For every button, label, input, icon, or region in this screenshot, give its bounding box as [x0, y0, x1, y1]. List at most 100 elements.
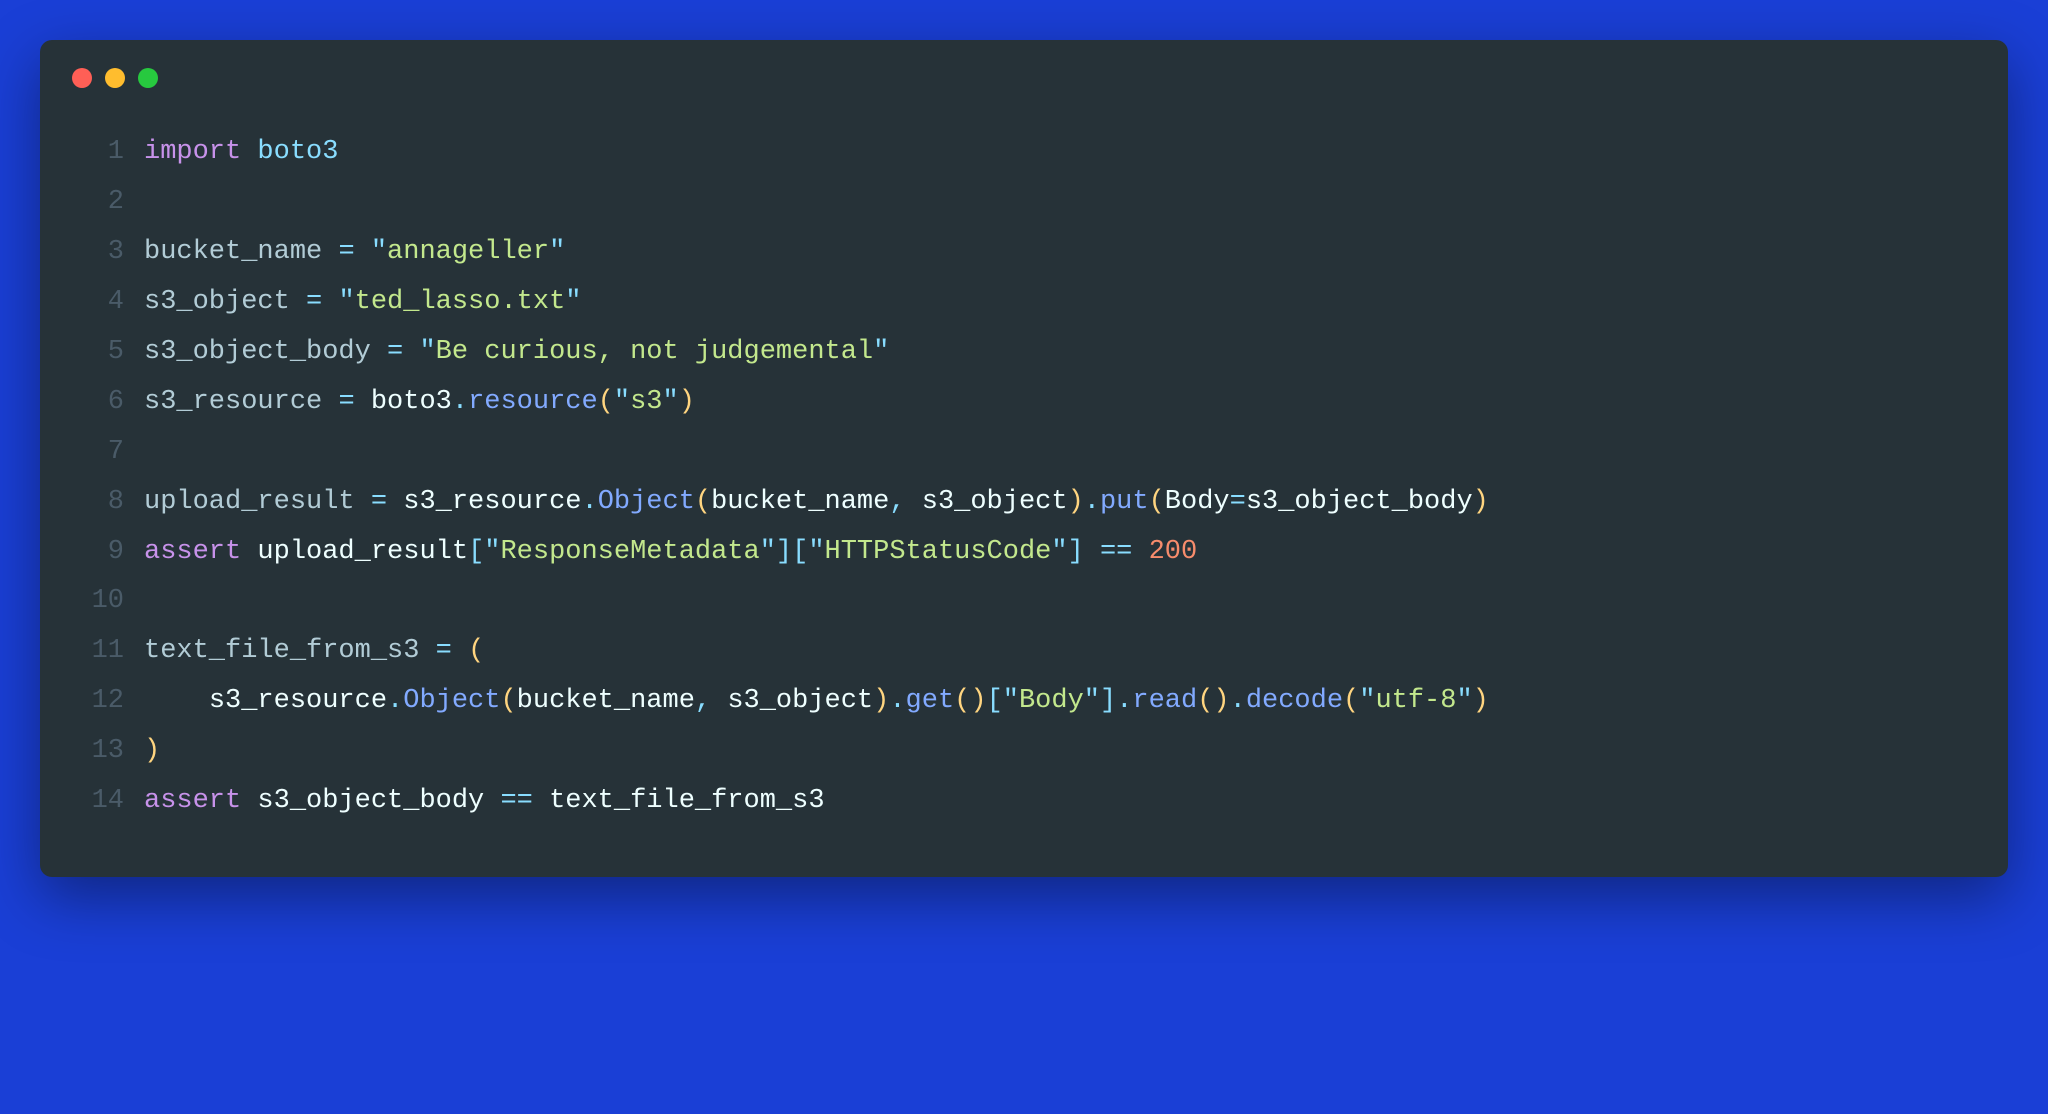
token-punct: . — [387, 686, 403, 716]
token-variable: s3_resource — [403, 487, 581, 517]
token-punct: ] — [1068, 537, 1084, 567]
token-paren: ) — [679, 387, 695, 417]
token-punct: " — [338, 287, 354, 317]
token-function: resource — [468, 387, 598, 417]
token-punct: , — [889, 487, 905, 517]
token-default — [1084, 537, 1100, 567]
code-line: 5s3_object_body = "Be curious, not judge… — [80, 328, 1968, 378]
token-paren: ( — [1149, 487, 1165, 517]
token-number: 200 — [1149, 537, 1198, 567]
line-content — [144, 577, 1968, 627]
token-punct: " — [663, 387, 679, 417]
line-number: 11 — [80, 627, 124, 677]
code-window: 1import boto323bucket_name = "annageller… — [40, 40, 2008, 877]
token-default — [484, 786, 500, 816]
token-punct: . — [1084, 487, 1100, 517]
token-punct: " — [873, 337, 889, 367]
token-punct: . — [581, 487, 597, 517]
token-punct: , — [695, 686, 711, 716]
token-punct: [ — [468, 537, 484, 567]
line-content: s3_object = "ted_lasso.txt" — [144, 278, 1968, 328]
close-icon[interactable] — [72, 68, 92, 88]
code-editor[interactable]: 1import boto323bucket_name = "annageller… — [40, 108, 2008, 827]
line-content — [144, 428, 1968, 478]
token-paren: ) — [873, 686, 889, 716]
code-line: 3 bucket_name = "annageller" — [80, 228, 1968, 278]
token-varlight: text_file_from_s3 — [144, 636, 419, 666]
token-string: Be curious, not judgemental — [436, 337, 873, 367]
code-line: 12 s3_resource.Object(bucket_name, s3_ob… — [80, 677, 1968, 727]
token-module: boto3 — [257, 137, 338, 167]
token-punct: " — [760, 537, 776, 567]
line-content: assert upload_result["ResponseMetadata"]… — [144, 528, 1968, 578]
line-number: 12 — [80, 677, 124, 727]
token-punct: " — [1359, 686, 1375, 716]
token-punct: " — [1456, 686, 1472, 716]
code-line: 11 text_file_from_s3 = ( — [80, 627, 1968, 677]
token-punct: . — [1230, 686, 1246, 716]
token-varlight: s3_object — [144, 287, 290, 317]
token-operator: = — [387, 337, 403, 367]
token-default — [144, 686, 209, 716]
code-line: 4s3_object = "ted_lasso.txt" — [80, 278, 1968, 328]
code-line: 8upload_result = s3_resource.Object(buck… — [80, 478, 1968, 528]
token-default — [906, 487, 922, 517]
token-function: decode — [1246, 686, 1343, 716]
minimize-icon[interactable] — [105, 68, 125, 88]
line-content: s3_resource = boto3.resource("s3") — [144, 378, 1968, 428]
token-default — [452, 636, 468, 666]
token-function: get — [906, 686, 955, 716]
token-default — [241, 786, 257, 816]
token-keyword: assert — [144, 537, 241, 567]
token-punct: " — [1051, 537, 1067, 567]
token-variable: s3_object — [922, 487, 1068, 517]
token-paren: ( — [468, 636, 484, 666]
token-paren: ( — [954, 686, 970, 716]
line-number: 8 — [80, 478, 124, 528]
token-varlight: upload_result — [144, 487, 355, 517]
token-default — [322, 287, 338, 317]
token-operator: = — [436, 636, 452, 666]
maximize-icon[interactable] — [138, 68, 158, 88]
line-number: 14 — [80, 777, 124, 827]
token-punct: . — [1116, 686, 1132, 716]
line-number: 13 — [80, 727, 124, 777]
line-content: assert s3_object_body == text_file_from_… — [144, 777, 1968, 827]
token-default — [533, 786, 549, 816]
token-default — [419, 636, 435, 666]
token-variable: s3_object_body — [257, 786, 484, 816]
token-variable: Body — [1165, 487, 1230, 517]
token-paren: ) — [1068, 487, 1084, 517]
code-line: 10 — [80, 577, 1968, 627]
code-line: 14 assert s3_object_body == text_file_fro… — [80, 777, 1968, 827]
line-number: 10 — [80, 577, 124, 627]
token-default — [355, 237, 371, 267]
token-function: put — [1100, 487, 1149, 517]
token-variable: s3_resource — [209, 686, 387, 716]
token-operator: == — [1100, 537, 1132, 567]
token-punct: [ — [792, 537, 808, 567]
token-punct: " — [484, 537, 500, 567]
token-punct: [ — [987, 686, 1003, 716]
token-string: ted_lasso.txt — [355, 287, 566, 317]
token-punct: " — [614, 387, 630, 417]
token-paren: ) — [144, 736, 160, 766]
line-number: 7 — [80, 428, 124, 478]
token-string: s3 — [630, 387, 662, 417]
token-variable: bucket_name — [517, 686, 695, 716]
token-string: HTTPStatusCode — [825, 537, 1052, 567]
line-content: text_file_from_s3 = ( — [144, 627, 1968, 677]
line-content: bucket_name = "annageller" — [144, 228, 1968, 278]
token-paren: ) — [1473, 686, 1489, 716]
token-operator: = — [338, 237, 354, 267]
token-default — [355, 387, 371, 417]
line-number: 3 — [80, 228, 124, 278]
token-string: ResponseMetadata — [500, 537, 759, 567]
token-punct: " — [1003, 686, 1019, 716]
code-line: 1import boto3 — [80, 128, 1968, 178]
token-variable: text_file_from_s3 — [549, 786, 824, 816]
token-varlight: bucket_name — [144, 237, 322, 267]
line-number: 6 — [80, 378, 124, 428]
line-number: 5 — [80, 328, 124, 378]
token-default — [371, 337, 387, 367]
